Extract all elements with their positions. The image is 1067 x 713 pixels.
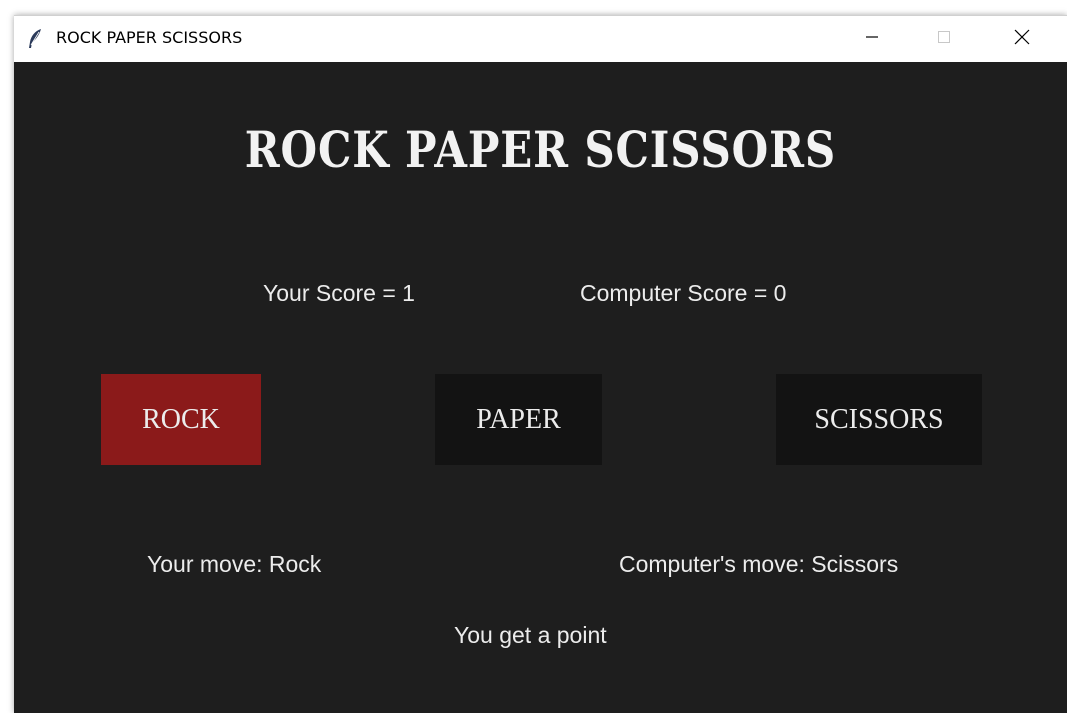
scissors-button[interactable]: SCISSORS (776, 374, 982, 465)
rock-button[interactable]: ROCK (101, 374, 261, 465)
computer-score: Computer Score = 0 (580, 280, 787, 306)
maximize-button[interactable] (909, 16, 979, 62)
minimize-button[interactable] (837, 16, 907, 62)
computer-move: Computer's move: Scissors (619, 551, 899, 577)
game-area: ROCK PAPER SCISSORS Your Score = 1 Compu… (14, 62, 1067, 713)
game-title: ROCK PAPER SCISSORS (244, 120, 837, 179)
title-bar[interactable]: ROCK PAPER SCISSORS (14, 15, 1067, 62)
close-button[interactable] (987, 16, 1057, 62)
paper-button[interactable]: PAPER (435, 374, 602, 465)
close-icon (1014, 29, 1030, 50)
round-result: You get a point (454, 622, 607, 648)
your-score: Your Score = 1 (263, 280, 415, 306)
maximize-icon (937, 30, 951, 49)
your-move: Your move: Rock (147, 551, 322, 577)
minimize-icon (865, 30, 879, 49)
window-title: ROCK PAPER SCISSORS (56, 28, 243, 47)
feather-icon (26, 28, 44, 50)
app-window: ROCK PAPER SCISSORS ROCK PAPER SCISSORS … (14, 15, 1067, 713)
